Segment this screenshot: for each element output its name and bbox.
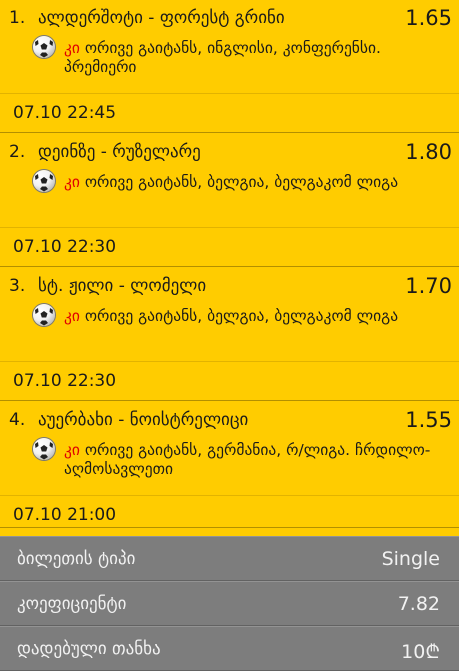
bet-tag: კი (64, 441, 80, 459)
bet-time-row: 07.10 21:00 (0, 495, 459, 528)
ticket-type-label: ბილეთის ტიპი (17, 549, 136, 569)
soccer-ball-icon (33, 170, 55, 192)
bet-time-row: 07.10 22:45 (0, 93, 459, 133)
bet-market: ორივე გაიტანს, გერმანია, რ/ლიგა. ჩრდილო-… (64, 441, 431, 478)
bet-description: კი ორივე გაიტანს, ინგლისი, კონფერენსი. პ… (64, 39, 434, 77)
coefficient-label: კოეფიციენტი (17, 594, 127, 614)
bet-market: ორივე გაიტანს, ბელგია, ბელგაკომ ლიგა (84, 307, 399, 325)
bet-time: 07.10 22:30 (13, 371, 117, 391)
bet-number: 1. (9, 8, 26, 28)
coefficient-row: კოეფიციენტი 7.82 (0, 581, 459, 626)
bet-tag: კი (64, 307, 80, 325)
bet-time: 07.10 21:00 (13, 505, 117, 525)
ticket-type-value[interactable]: Single (382, 548, 440, 570)
bet-number: 3. (9, 276, 26, 296)
bet-number: 4. (9, 410, 26, 430)
match-name: ალდერშოტი - ფორესტ გრინი (38, 8, 285, 28)
match-name: აუერბახი - ნოისტრელიცი (38, 410, 249, 430)
bet-time: 07.10 22:45 (13, 103, 117, 123)
bet-description: კი ორივე გაიტანს, გერმანია, რ/ლიგა. ჩრდი… (64, 441, 434, 479)
bet-details[interactable]: 1. ალდერშოტი - ფორესტ გრინი 1.65 კი ორივ… (0, 0, 459, 93)
bet-odd: 1.55 (405, 408, 452, 432)
ticket-type-row[interactable]: ბილეთის ტიპი Single (0, 536, 459, 581)
stake-value[interactable]: 10₾ (401, 638, 440, 664)
match-name: დეინზე - რუზელარე (38, 142, 201, 162)
bet-time: 07.10 22:30 (13, 237, 117, 257)
coefficient-value: 7.82 (397, 593, 440, 615)
bet-tag: კი (64, 173, 80, 191)
stake-label: დადებული თანხა (17, 639, 161, 659)
stake-row[interactable]: დადებული თანხა 10₾ (0, 626, 459, 671)
match-name: სტ. ჟილი - ლომელი (38, 276, 207, 296)
bet-details[interactable]: 4. აუერბახი - ნოისტრელიცი 1.55 კი ორივე … (0, 402, 459, 495)
bet-description: კი ორივე გაიტანს, ბელგია, ბელგაკომ ლიგა (64, 173, 434, 192)
bet-time-row: 07.10 22:30 (0, 227, 459, 267)
bet-odd: 1.65 (405, 6, 452, 30)
bet-time-row: 07.10 22:30 (0, 361, 459, 401)
bet-number: 2. (9, 142, 26, 162)
soccer-ball-icon (33, 36, 55, 58)
bet-odd: 1.80 (405, 140, 452, 164)
bet-tag: კი (64, 39, 80, 57)
soccer-ball-icon (33, 438, 55, 460)
bet-market: ორივე გაიტანს, ბელგია, ბელგაკომ ლიგა (84, 173, 399, 191)
soccer-ball-icon (33, 304, 55, 326)
bet-market: ორივე გაიტანს, ინგლისი, კონფერენსი. პრემ… (64, 39, 381, 76)
bet-odd: 1.70 (405, 274, 452, 298)
bet-details[interactable]: 2. დეინზე - რუზელარე 1.80 კი ორივე გაიტა… (0, 134, 459, 227)
bet-details[interactable]: 3. სტ. ჟილი - ლომელი 1.70 კი ორივე გაიტა… (0, 268, 459, 361)
bet-description: კი ორივე გაიტანს, ბელგია, ბელგაკომ ლიგა (64, 307, 434, 326)
